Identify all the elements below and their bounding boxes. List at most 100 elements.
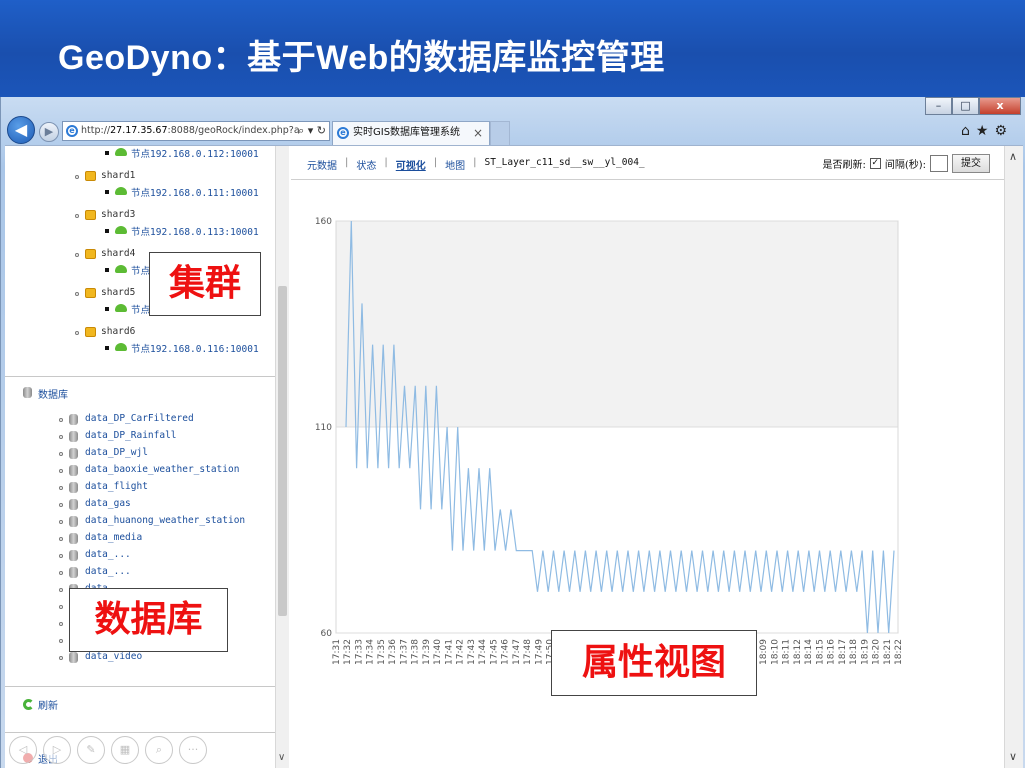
tab-map[interactable]: 地图 bbox=[445, 157, 465, 172]
database-item[interactable]: data_video bbox=[85, 651, 142, 662]
x-tick-label: 17:46 bbox=[501, 639, 511, 665]
address-path: :8088/geoRock/index.php?a bbox=[167, 125, 300, 136]
attribute-chart: 6011016017:31 17:32 17:33 17:34 17:35 17:36 17… bbox=[315, 217, 904, 665]
more-button[interactable]: ··· bbox=[179, 736, 207, 764]
x-tick-label: 17:45 bbox=[489, 639, 499, 665]
y-tick-label: 160 bbox=[315, 217, 332, 227]
arrow-left-icon: ◁ bbox=[18, 743, 28, 756]
tab-status[interactable]: 状态 bbox=[356, 157, 376, 172]
shard-item[interactable]: shard4 bbox=[101, 248, 135, 259]
database-item[interactable]: data_huanong_weather_station bbox=[85, 515, 245, 526]
restore-button[interactable]: □ bbox=[952, 97, 979, 115]
ie-icon: e bbox=[66, 125, 78, 137]
x-tick-label: 17:31 bbox=[332, 639, 342, 665]
node-item[interactable]: 节点192.168.0.112:10001 bbox=[131, 146, 259, 160]
database-item[interactable]: data_gas bbox=[85, 498, 131, 509]
chevron-down-icon[interactable]: ∨ bbox=[1009, 750, 1017, 763]
scroll-thumb[interactable] bbox=[278, 286, 287, 616]
database-label: 数据库 bbox=[69, 588, 228, 652]
zoom-button[interactable]: ⌕ bbox=[145, 736, 173, 764]
slide-title: GeoDyno：基于Web的数据库监控管理 bbox=[58, 39, 665, 77]
new-tab-button[interactable] bbox=[490, 121, 510, 145]
x-tick-label: 17:36 bbox=[388, 639, 398, 665]
x-tick-label: 17:32 bbox=[343, 639, 353, 665]
database-item[interactable]: data_media bbox=[85, 532, 142, 543]
slide-header: GeoDyno：基于Web的数据库监控管理 bbox=[0, 0, 1025, 97]
database-item[interactable]: data_DP_CarFiltered bbox=[85, 413, 194, 424]
refresh-controls: 是否刷新: ✓ 间隔(秒): 提交 bbox=[822, 154, 990, 173]
y-tick-label: 110 bbox=[315, 423, 332, 433]
toolbar-icons[interactable]: ⌂★⚙ bbox=[961, 123, 1013, 139]
x-tick-label: 18:09 bbox=[759, 639, 769, 665]
shard-item[interactable]: shard6 bbox=[101, 326, 135, 337]
x-tick-label: 17:38 bbox=[411, 639, 421, 665]
shard-item[interactable]: shard3 bbox=[101, 209, 135, 220]
slides-button[interactable]: ▦ bbox=[111, 736, 139, 764]
database-icon bbox=[69, 482, 78, 493]
shard-icon bbox=[85, 210, 96, 220]
tab-metadata[interactable]: 元数据 bbox=[307, 157, 337, 172]
x-tick-label: 18:22 bbox=[894, 639, 904, 665]
database-icon bbox=[69, 516, 78, 527]
database-item[interactable]: data_baoxie_weather_station bbox=[85, 464, 239, 475]
shard-item[interactable]: shard1 bbox=[101, 170, 135, 181]
browser-window: – □ x ◀ ▶ e http://27.17.35.67:8088/geoR… bbox=[0, 97, 1025, 768]
chevron-down-icon[interactable]: ∨ bbox=[278, 752, 285, 763]
browser-tab[interactable]: e 实时GIS数据库管理系统 × bbox=[332, 121, 490, 145]
next-slide-button[interactable]: ▷ bbox=[43, 736, 71, 764]
arrow-right-icon: ▷ bbox=[52, 743, 62, 756]
x-tick-label: 18:14 bbox=[804, 639, 814, 665]
x-tick-label: 18:21 bbox=[883, 639, 893, 665]
more-icon: ··· bbox=[187, 743, 199, 756]
forward-button[interactable]: ▶ bbox=[39, 122, 59, 142]
y-tick-label: 60 bbox=[321, 629, 333, 639]
x-tick-label: 17:40 bbox=[433, 639, 443, 665]
database-item[interactable]: data_DP_Rainfall bbox=[85, 430, 177, 441]
x-tick-label: 17:34 bbox=[366, 639, 376, 665]
shard-icon bbox=[85, 171, 96, 181]
x-tick-label: 17:37 bbox=[399, 639, 409, 665]
database-icon bbox=[69, 499, 78, 510]
x-tick-label: 18:12 bbox=[793, 639, 803, 665]
node-icon bbox=[115, 304, 127, 312]
close-button[interactable]: x bbox=[979, 97, 1021, 115]
layer-name: ST_Layer_c11_sd__sw__yl_004_ bbox=[484, 157, 645, 168]
back-button[interactable]: ◀ bbox=[7, 116, 35, 144]
page-content: 节点192.168.0.112:10001 shard1 节点192.168.0.1… bbox=[5, 145, 1023, 768]
x-tick-label: 17:49 bbox=[534, 639, 544, 665]
database-item[interactable]: data_... bbox=[85, 566, 131, 577]
prev-slide-button[interactable]: ◁ bbox=[9, 736, 37, 764]
node-item[interactable]: 节点192.168.0.111:10001 bbox=[131, 185, 259, 199]
submit-button[interactable]: 提交 bbox=[952, 154, 990, 173]
left-scrollbar[interactable]: ∨ bbox=[275, 146, 289, 768]
tab-close-icon[interactable]: × bbox=[473, 122, 483, 144]
node-item[interactable]: 节点192.168.0.116:10001 bbox=[131, 341, 259, 355]
chevron-up-icon[interactable]: ∧ bbox=[1009, 150, 1017, 163]
nav-divider bbox=[291, 179, 1004, 180]
node-item[interactable]: 节点192.168.0.113:10001 bbox=[131, 224, 259, 238]
window-controls: – □ x bbox=[925, 97, 1021, 115]
database-item[interactable]: data_DP_wjl bbox=[85, 447, 148, 458]
pen-button[interactable]: ✎ bbox=[77, 736, 105, 764]
refresh-link[interactable]: 刷新 bbox=[38, 697, 58, 712]
shard-item[interactable]: shard5 bbox=[101, 287, 135, 298]
chart-band bbox=[336, 427, 898, 633]
address-host: 27.17.35.67 bbox=[110, 125, 168, 136]
database-item[interactable]: data_flight bbox=[85, 481, 148, 492]
tab-visualization[interactable]: 可视化 bbox=[396, 157, 426, 172]
tab-title: 实时GIS数据库管理系统 bbox=[353, 127, 461, 138]
arrow-left-icon: ◀ bbox=[14, 120, 28, 139]
right-scrollbar[interactable]: ∧ ∨ bbox=[1004, 146, 1023, 768]
left-panel: 节点192.168.0.112:10001 shard1 节点192.168.0.1… bbox=[5, 146, 275, 768]
x-tick-label: 17:41 bbox=[444, 639, 454, 665]
database-item[interactable]: data_... bbox=[85, 549, 131, 560]
slides-icon: ▦ bbox=[119, 743, 131, 756]
shard-icon bbox=[85, 288, 96, 298]
minimize-button[interactable]: – bbox=[925, 97, 952, 115]
address-bar[interactable]: e http://27.17.35.67:8088/geoRock/index.… bbox=[62, 121, 330, 141]
search-refresh-icon[interactable]: ⌕ ▾ ↻ bbox=[298, 122, 326, 140]
auto-refresh-checkbox[interactable]: ✓ bbox=[869, 158, 881, 169]
x-tick-label: 18:10 bbox=[770, 639, 780, 665]
interval-input[interactable] bbox=[930, 155, 948, 172]
database-icon bbox=[69, 567, 78, 578]
